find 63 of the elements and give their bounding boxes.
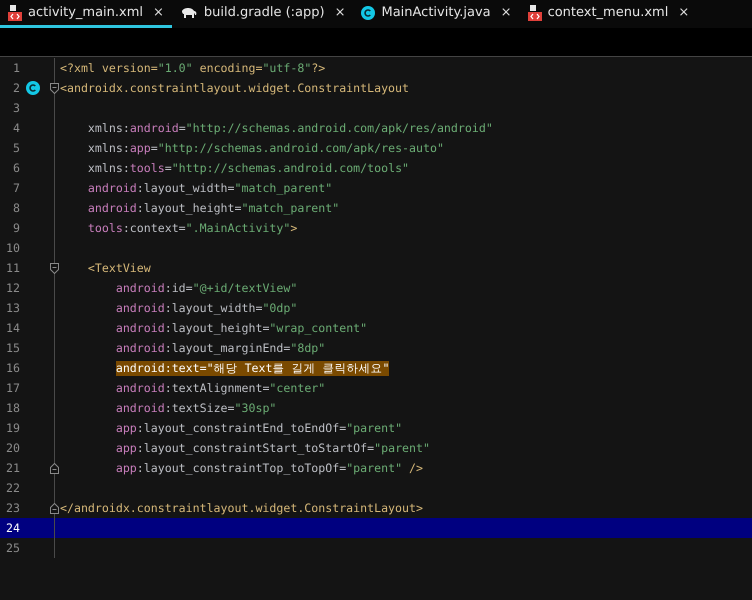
line-number: 2 [12, 81, 20, 95]
code-line: <androidx.constraintlayout.widget.ConstraintLayout [60, 81, 410, 95]
code-line: app:layout_constraintStart_toStartOf="parent" [116, 441, 430, 455]
tab-label: build.gradle (:app) [204, 5, 325, 20]
line-number: 11 [5, 261, 20, 275]
line-number: 3 [12, 101, 20, 115]
line-number: 8 [12, 201, 20, 215]
code-line: <?xml version="1.0" encoding="utf-8"?> [60, 61, 326, 75]
code-line: tools:context=".MainActivity"> [88, 221, 298, 235]
code-line: </androidx.constraintlayout.widget.ConstraintLayout> [60, 501, 423, 515]
fold-icon[interactable] [50, 462, 59, 474]
code-line: xmlns:android="http://schemas.android.com/apk/res/android" [88, 121, 493, 135]
line-number: 18 [5, 401, 20, 415]
code-line: android:layout_width="0dp" [116, 301, 298, 315]
tab-label: context_menu.xml [548, 5, 668, 20]
code-line: android:layout_width="match_parent" [88, 181, 332, 195]
code-line: android:id="@+id/textView" [116, 281, 298, 295]
line-number: 25 [5, 541, 20, 555]
code-line: <TextView [88, 261, 151, 275]
code-line: app:layout_constraintTop_toTopOf="parent" /> [116, 461, 423, 475]
line-number: 4 [12, 121, 20, 135]
line-number: 17 [5, 381, 20, 395]
close-icon[interactable]: × [153, 5, 164, 20]
line-number: 24 [5, 521, 20, 535]
close-icon[interactable]: × [500, 5, 512, 20]
line-number: 1 [12, 61, 20, 75]
xml-file-icon [528, 4, 542, 20]
file-tab[interactable]: MainActivity.java × [353, 0, 520, 28]
line-number: 12 [5, 281, 20, 295]
line-number: 16 [5, 361, 20, 375]
elephant-icon [180, 6, 198, 19]
code-line: android:textSize="30sp" [116, 401, 276, 415]
xml-file-icon [8, 4, 22, 20]
line-number: 20 [5, 441, 20, 455]
code-line: android:layout_height="match_parent" [88, 201, 340, 215]
line-number: 9 [12, 221, 20, 235]
tab-label: activity_main.xml [28, 5, 144, 20]
line-number: 6 [12, 161, 20, 175]
line-number: 15 [5, 341, 20, 355]
tab-label: MainActivity.java [381, 5, 491, 20]
code-line: app:layout_constraintEnd_toEndOf="parent" [116, 421, 402, 435]
file-tab[interactable]: context_menu.xml × [520, 0, 698, 28]
class-icon [361, 6, 376, 20]
line-number: 13 [5, 301, 20, 315]
close-icon[interactable]: × [678, 5, 690, 20]
code-line: android:layout_marginEnd="8dp" [116, 341, 326, 355]
code-line: android:textAlignment="center" [116, 381, 326, 395]
fold-icon[interactable] [50, 262, 59, 274]
line-number: 19 [5, 421, 20, 435]
line-number: 5 [12, 141, 20, 155]
line-number: 14 [5, 321, 20, 335]
close-icon[interactable]: × [334, 5, 346, 20]
line-number: 7 [12, 181, 20, 195]
code-line: xmlns:app="http://schemas.android.com/apk/res-auto" [88, 141, 444, 155]
code-line: xmlns:tools="http://schemas.android.com/tools" [88, 161, 410, 175]
code-line: android:layout_height="wrap_content" [116, 321, 368, 335]
line-number: 22 [5, 481, 20, 495]
fold-icon[interactable] [50, 502, 59, 514]
line-number: 21 [5, 461, 20, 475]
file-tab[interactable]: build.gradle (:app) × [172, 0, 354, 28]
line-number: 23 [5, 501, 20, 515]
line-number: 10 [5, 241, 20, 255]
fold-icon[interactable] [50, 82, 59, 94]
